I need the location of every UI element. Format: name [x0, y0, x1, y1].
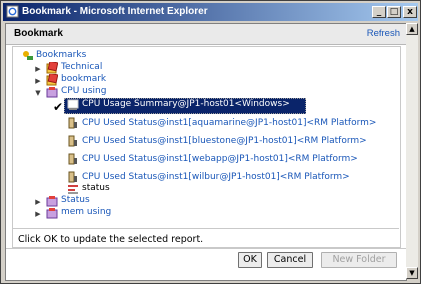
tree-item-report[interactable]: CPU Used Status@inst1[bluestone@JP1-host…	[82, 135, 367, 148]
bookmarks-root-icon	[23, 51, 33, 60]
folder-label: Technical	[61, 62, 103, 72]
dialog-content: Bookmark Refresh Bookmarks ▶ Technical ▶…	[5, 23, 407, 281]
ie-page-icon	[6, 5, 19, 18]
report-label: CPU Used Status@inst1[webapp@JP1-host01]…	[82, 154, 358, 164]
report-label: CPU Used Status@inst1[wilbur@JP1-host01]…	[82, 172, 350, 182]
bookmark-folder-icon	[46, 74, 58, 86]
tree-root-label: Bookmarks	[36, 50, 87, 60]
tree-item-report[interactable]: CPU Used Status@inst1[aquamarine@JP1-hos…	[82, 117, 376, 130]
window-title: Bookmark - Microsoft Internet Explorer	[22, 6, 208, 17]
scroll-up-icon[interactable]: ▲	[406, 23, 418, 35]
new-folder-button[interactable]: New Folder	[321, 252, 397, 268]
checkmark-icon: ✔	[53, 100, 64, 114]
panel-title: Bookmark	[14, 28, 63, 39]
tree-item-report[interactable]: CPU Used Status@inst1[webapp@JP1-host01]…	[82, 153, 358, 166]
folder-label: mem using	[61, 207, 112, 217]
platform-report-icon	[68, 135, 77, 147]
platform-report-icon	[68, 153, 77, 165]
refresh-link[interactable]: Refresh	[367, 28, 400, 39]
scroll-down-icon[interactable]: ▼	[406, 267, 418, 279]
report-folder-icon	[46, 87, 58, 98]
minimize-button[interactable]: _	[372, 6, 386, 18]
title-bar[interactable]: Bookmark - Microsoft Internet Explorer _…	[3, 3, 418, 21]
instruction-message: Click OK to update the selected report.	[18, 234, 204, 245]
ie-window: Bookmark - Microsoft Internet Explorer _…	[0, 0, 421, 284]
vertical-scrollbar[interactable]: ▲ ▼	[406, 23, 418, 279]
platform-report-icon	[68, 171, 77, 183]
tree-item-selected[interactable]: CPU Usage Summary@JP1-host01<Windows>	[82, 98, 290, 111]
platform-report-icon	[68, 117, 77, 129]
expand-arrow-icon[interactable]: ▶	[34, 198, 42, 206]
windows-report-icon	[67, 99, 79, 110]
ok-button[interactable]: OK	[238, 252, 262, 268]
collapse-arrow-icon[interactable]: ▼	[34, 89, 42, 97]
expand-arrow-icon[interactable]: ▶	[34, 77, 42, 85]
folder-label: CPU using	[61, 86, 107, 96]
close-button[interactable]: x	[403, 6, 417, 18]
tree-item-report[interactable]: CPU Used Status@inst1[wilbur@JP1-host01]…	[82, 171, 350, 184]
report-label: CPU Usage Summary@JP1-host01<Windows>	[82, 99, 290, 109]
folder-label: Status	[61, 195, 90, 205]
report-folder-icon	[46, 196, 58, 207]
report-label: CPU Used Status@inst1[aquamarine@JP1-hos…	[82, 118, 377, 128]
bookmark-folder-icon	[46, 62, 58, 74]
panel-header: Bookmark Refresh	[6, 24, 406, 45]
folder-label: bookmark	[61, 74, 107, 84]
tree-folder-mem-using[interactable]: mem using	[61, 206, 111, 219]
report-label: status	[82, 183, 110, 193]
expand-arrow-icon[interactable]: ▶	[34, 210, 42, 218]
footer-divider	[6, 248, 406, 249]
cancel-button[interactable]: Cancel	[267, 252, 313, 268]
maximize-button[interactable]: □	[387, 6, 401, 18]
expand-arrow-icon[interactable]: ▶	[34, 65, 42, 73]
report-label: CPU Used Status@inst1[bluestone@JP1-host…	[82, 136, 367, 146]
report-folder-icon	[46, 208, 58, 219]
tree-folder-cpu-using[interactable]: CPU using	[61, 85, 106, 98]
